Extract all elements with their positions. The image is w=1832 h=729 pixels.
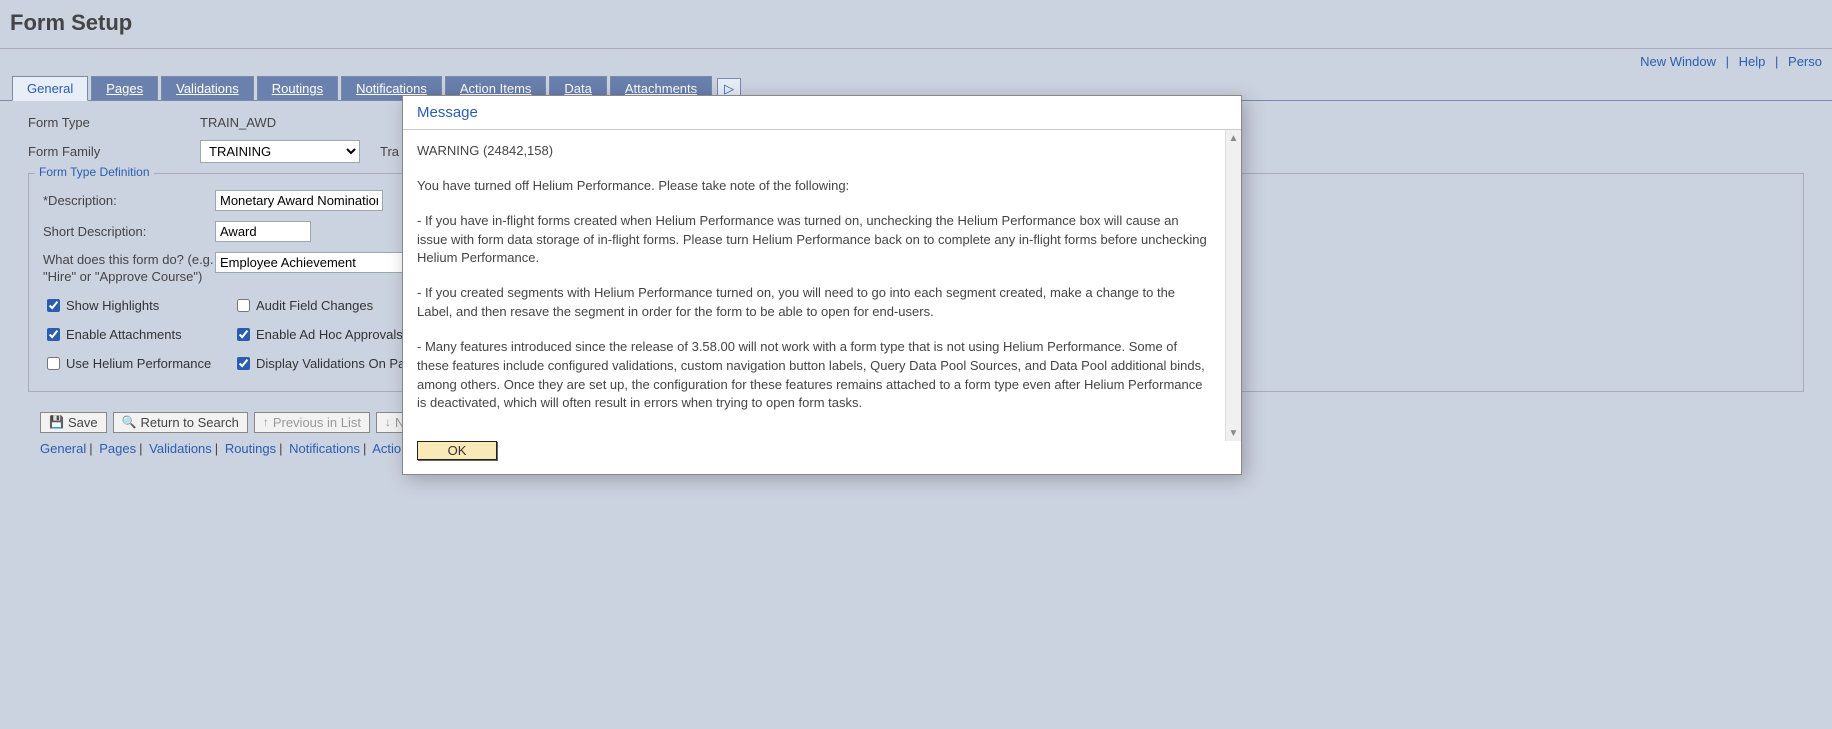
- bottom-link-routings[interactable]: Routings: [225, 441, 276, 456]
- tab-routings[interactable]: Routings: [257, 76, 338, 100]
- dialog-body: WARNING (24842,158) You have turned off …: [403, 130, 1225, 441]
- save-icon: 💾: [49, 415, 64, 429]
- form-type-label: Form Type: [28, 115, 200, 130]
- dialog-scrollbar[interactable]: ▲ ▼: [1225, 130, 1241, 441]
- show-highlights-label: Show Highlights: [66, 298, 159, 313]
- tab-general[interactable]: General: [12, 76, 88, 101]
- tab-validations[interactable]: Validations: [161, 76, 254, 100]
- purpose-input[interactable]: [215, 252, 415, 273]
- audit-field-changes-checkbox[interactable]: [237, 299, 250, 312]
- search-icon: 🔍: [122, 415, 137, 429]
- use-helium-checkbox[interactable]: [47, 357, 60, 370]
- scroll-down-icon[interactable]: ▼: [1226, 425, 1241, 441]
- description-label: *Description:: [43, 193, 215, 208]
- section-title: Form Type Definition: [35, 165, 154, 179]
- warning-paragraph-3: - Many features introduced since the rel…: [417, 338, 1211, 413]
- previous-in-list-label: Previous in List: [273, 415, 361, 430]
- enable-adhoc-checkbox[interactable]: [237, 328, 250, 341]
- return-to-search-button[interactable]: 🔍 Return to Search: [113, 412, 248, 433]
- form-family-select[interactable]: TRAINING: [200, 140, 360, 163]
- message-dialog: Message WARNING (24842,158) You have tur…: [402, 95, 1242, 475]
- previous-in-list-button[interactable]: ↑ Previous in List: [254, 412, 370, 433]
- tab-pages[interactable]: Pages: [91, 76, 158, 100]
- save-button[interactable]: 💾 Save: [40, 412, 107, 433]
- bottom-link-pages[interactable]: Pages: [99, 441, 136, 456]
- divider: |: [1775, 54, 1778, 69]
- top-links: New Window | Help | Perso: [1634, 54, 1828, 69]
- personalize-link[interactable]: Perso: [1782, 54, 1828, 69]
- use-helium-label: Use Helium Performance: [66, 356, 211, 371]
- help-link[interactable]: Help: [1733, 54, 1772, 69]
- bottom-link-notifications[interactable]: Notifications: [289, 441, 360, 456]
- enable-adhoc-label: Enable Ad Hoc Approvals: [256, 327, 403, 342]
- dialog-title: Message: [403, 96, 1241, 130]
- warning-header: WARNING (24842,158): [417, 142, 1211, 161]
- show-highlights-checkbox[interactable]: [47, 299, 60, 312]
- ok-button[interactable]: OK: [417, 441, 497, 460]
- divider: |: [1726, 54, 1729, 69]
- audit-field-changes-label: Audit Field Changes: [256, 298, 373, 313]
- return-to-search-label: Return to Search: [141, 415, 239, 430]
- description-input[interactable]: [215, 190, 383, 211]
- form-type-value: TRAIN_AWD: [200, 115, 276, 130]
- save-button-label: Save: [68, 415, 98, 430]
- bottom-link-general[interactable]: General: [40, 441, 86, 456]
- arrow-down-icon: ↓: [385, 415, 391, 429]
- bottom-link-validations[interactable]: Validations: [149, 441, 212, 456]
- warning-paragraph-2: - If you created segments with Helium Pe…: [417, 284, 1211, 322]
- display-validations-label: Display Validations On Page: [256, 356, 420, 371]
- form-family-label: Form Family: [28, 144, 200, 159]
- page-title: Form Setup: [0, 0, 1832, 49]
- short-description-label: Short Description:: [43, 224, 215, 239]
- form-family-extra-text: Tra: [380, 144, 399, 159]
- enable-attachments-label: Enable Attachments: [66, 327, 182, 342]
- arrow-up-icon: ↑: [263, 415, 269, 429]
- enable-attachments-checkbox[interactable]: [47, 328, 60, 341]
- purpose-label: What does this form do? (e.g. "Hire" or …: [43, 252, 215, 286]
- warning-paragraph-1: - If you have in-flight forms created wh…: [417, 212, 1211, 269]
- new-window-link[interactable]: New Window: [1634, 54, 1722, 69]
- short-description-input[interactable]: [215, 221, 311, 242]
- scroll-up-icon[interactable]: ▲: [1226, 130, 1241, 146]
- warning-intro: You have turned off Helium Performance. …: [417, 177, 1211, 196]
- display-validations-checkbox[interactable]: [237, 357, 250, 370]
